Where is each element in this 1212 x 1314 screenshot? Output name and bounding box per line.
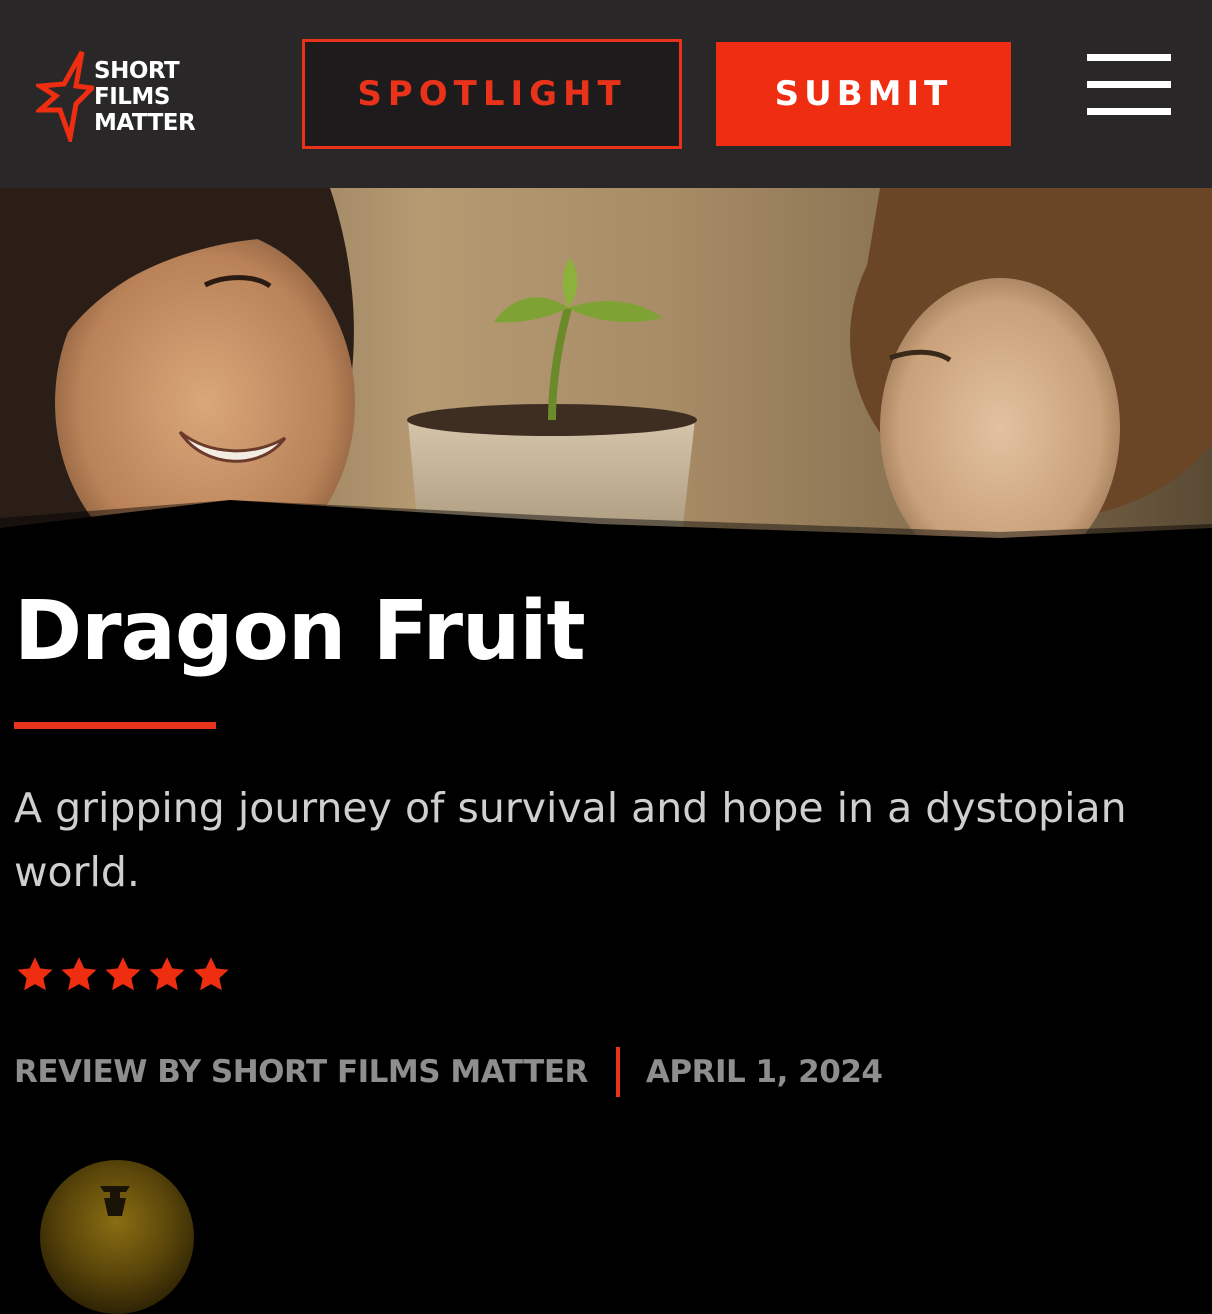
logo-wordmark: SHORT FILMS MATTER [94, 58, 196, 136]
page-title: Dragon Fruit [14, 584, 586, 679]
hamburger-menu-icon[interactable] [1087, 54, 1171, 116]
star-icon [193, 957, 229, 991]
meta-divider [615, 1047, 620, 1097]
star-logo-icon [36, 50, 94, 142]
spotlight-button[interactable]: SPOTLIGHT [302, 39, 682, 149]
logo-line-2: FILMS [94, 84, 170, 110]
star-icon [105, 957, 141, 991]
figure-icon [100, 1186, 130, 1216]
review-byline: REVIEW BY SHORT FILMS MATTER [14, 1054, 588, 1090]
submit-button[interactable]: SUBMIT [716, 42, 1011, 146]
article-tagline: A gripping journey of survival and hope … [14, 784, 1127, 896]
star-rating [14, 954, 232, 998]
star-icon [17, 957, 53, 991]
logo-line-1: SHORT [94, 58, 180, 84]
logo-line-3: MATTER [94, 110, 196, 136]
article-meta: REVIEW BY SHORT FILMS MATTER APRIL 1, 20… [14, 1046, 883, 1098]
site-header: SHORT FILMS MATTER SPOTLIGHT SUBMIT [0, 0, 1212, 188]
star-icon [149, 957, 185, 991]
title-underline [14, 722, 216, 729]
hero-image [0, 188, 1212, 552]
star-icon [61, 957, 97, 991]
review-date: APRIL 1, 2024 [645, 1054, 883, 1090]
site-logo[interactable]: SHORT FILMS MATTER [36, 46, 226, 142]
film-poster-thumbnail[interactable] [40, 1160, 194, 1314]
